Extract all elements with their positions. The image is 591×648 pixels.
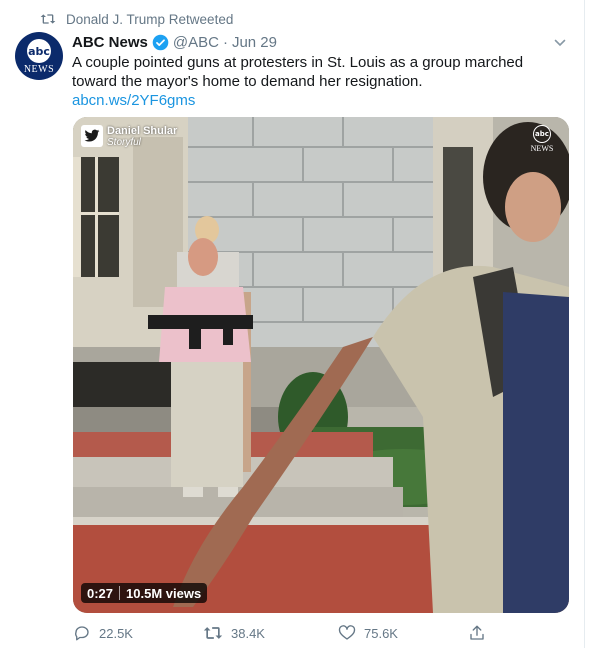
tweet-actions: 22.5K 38.4K 75.6K — [73, 623, 493, 643]
avatar-abc-logo: abc — [27, 39, 51, 63]
video-duration: 0:27 — [87, 585, 114, 601]
abc-watermark-news: NEWS — [530, 144, 554, 153]
share-icon — [470, 625, 484, 640]
verified-badge-icon — [152, 34, 169, 51]
avatar[interactable]: abc NEWS — [15, 32, 63, 80]
avatar-news-text: NEWS — [23, 64, 55, 75]
author-handle[interactable]: @ABC — [173, 34, 219, 51]
retweet-count: 38.4K — [231, 625, 265, 641]
tweet-header: ABC News @ABC · Jun 29 — [72, 32, 277, 52]
video-player[interactable]: Daniel Shular Storyful abc NEWS 0:27 10.… — [73, 117, 569, 613]
abc-watermark-logo: abc — [533, 125, 551, 143]
credit-name: Daniel Shular — [107, 125, 178, 137]
tweet-date[interactable]: Jun 29 — [232, 34, 277, 51]
twitter-bird-icon — [81, 125, 103, 147]
heart-icon — [338, 625, 356, 640]
video-frame — [73, 117, 569, 613]
badge-divider — [119, 586, 121, 600]
retweet-action-icon — [203, 627, 223, 639]
like-count: 75.6K — [364, 625, 398, 641]
chevron-down-icon[interactable] — [553, 36, 567, 50]
author-name[interactable]: ABC News — [72, 34, 148, 51]
video-credit: Daniel Shular Storyful — [81, 125, 177, 149]
reply-button[interactable]: 22.5K — [73, 623, 133, 643]
share-button[interactable] — [468, 623, 486, 643]
retweet-context[interactable]: Donald J. Trump Retweeted — [40, 10, 233, 28]
retweet-label[interactable]: Donald J. Trump Retweeted — [66, 12, 233, 27]
tweet-link[interactable]: abcn.ws/2YF6gms — [72, 92, 195, 109]
timeline-divider — [584, 0, 585, 648]
tweet-card[interactable]: Donald J. Trump Retweeted abc NEWS ABC N… — [0, 0, 591, 648]
video-info-badge: 0:27 10.5M views — [81, 583, 208, 603]
video-views: 10.5M views — [126, 585, 202, 601]
header-separator: · — [222, 33, 228, 51]
retweet-button[interactable]: 38.4K — [203, 623, 265, 643]
reply-icon — [75, 626, 89, 641]
reply-count: 22.5K — [99, 625, 133, 641]
retweet-icon — [40, 14, 56, 24]
like-button[interactable]: 75.6K — [338, 623, 398, 643]
abc-news-watermark: abc NEWS — [525, 125, 559, 155]
tweet-text: A couple pointed guns at protesters in S… — [72, 54, 524, 90]
credit-source: Storyful — [107, 137, 141, 148]
